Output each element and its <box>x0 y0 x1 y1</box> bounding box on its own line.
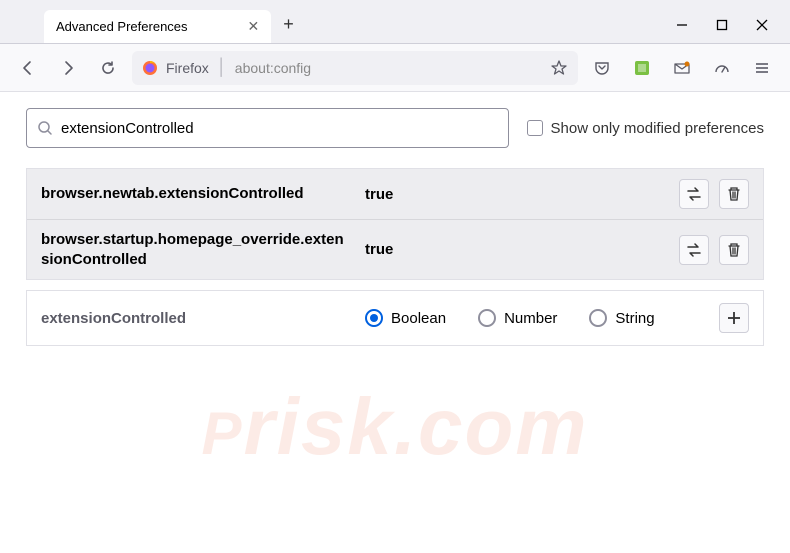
delete-button[interactable] <box>719 179 749 209</box>
radio-icon <box>365 309 383 327</box>
radio-label: Number <box>504 310 557 327</box>
radio-string[interactable]: String <box>589 309 654 327</box>
checkbox-icon <box>527 120 543 136</box>
content-area: Show only modified preferences browser.n… <box>0 92 790 362</box>
new-tab-button[interactable]: + <box>283 14 294 35</box>
maximize-button[interactable] <box>714 17 730 33</box>
pref-name: browser.startup.homepage_override.extens… <box>41 230 351 269</box>
radio-boolean[interactable]: Boolean <box>365 309 446 327</box>
search-row: Show only modified preferences <box>26 108 764 148</box>
extension-icon[interactable] <box>626 52 658 84</box>
reload-button[interactable] <box>92 52 124 84</box>
browser-toolbar: Firefox │ about:config <box>0 44 790 92</box>
search-box[interactable] <box>26 108 509 148</box>
radio-number[interactable]: Number <box>478 309 557 327</box>
dashboard-icon[interactable] <box>706 52 738 84</box>
watermark: Prisk.com <box>201 381 588 473</box>
toggle-button[interactable] <box>679 179 709 209</box>
tab-title: Advanced Preferences <box>56 19 188 34</box>
close-window-button[interactable] <box>754 17 770 33</box>
search-input[interactable] <box>61 120 498 137</box>
urlbar-identity: Firefox <box>166 60 209 76</box>
browser-tab[interactable]: Advanced Preferences ✕ <box>44 10 271 43</box>
titlebar: Advanced Preferences ✕ + <box>0 0 790 44</box>
add-button[interactable] <box>719 303 749 333</box>
pocket-icon[interactable] <box>586 52 618 84</box>
new-pref-row: extensionControlled Boolean Number Strin… <box>26 290 764 346</box>
radio-icon <box>589 309 607 327</box>
pref-row: browser.newtab.extensionControlled true <box>27 169 763 220</box>
urlbar-url: about:config <box>235 60 311 76</box>
mail-icon[interactable] <box>666 52 698 84</box>
url-bar[interactable]: Firefox │ about:config <box>132 51 578 85</box>
radio-label: String <box>615 310 654 327</box>
toggle-button[interactable] <box>679 235 709 265</box>
pref-name: browser.newtab.extensionControlled <box>41 184 351 204</box>
type-radio-group: Boolean Number String <box>365 309 705 327</box>
checkbox-label: Show only modified preferences <box>551 120 764 137</box>
pref-row: browser.startup.homepage_override.extens… <box>27 220 763 279</box>
preferences-list: browser.newtab.extensionControlled true … <box>26 168 764 280</box>
bookmark-star-icon[interactable] <box>550 59 568 77</box>
window-controls <box>674 17 770 33</box>
forward-button[interactable] <box>52 52 84 84</box>
firefox-logo-icon <box>142 60 158 76</box>
new-pref-name: extensionControlled <box>41 310 351 327</box>
radio-label: Boolean <box>391 310 446 327</box>
modified-only-checkbox[interactable]: Show only modified preferences <box>527 120 764 137</box>
back-button[interactable] <box>12 52 44 84</box>
pref-value: true <box>365 241 665 258</box>
radio-icon <box>478 309 496 327</box>
pref-value: true <box>365 186 665 203</box>
close-tab-icon[interactable]: ✕ <box>248 18 260 35</box>
search-icon <box>37 120 53 136</box>
minimize-button[interactable] <box>674 17 690 33</box>
delete-button[interactable] <box>719 235 749 265</box>
urlbar-separator: │ <box>217 59 227 77</box>
menu-button[interactable] <box>746 52 778 84</box>
